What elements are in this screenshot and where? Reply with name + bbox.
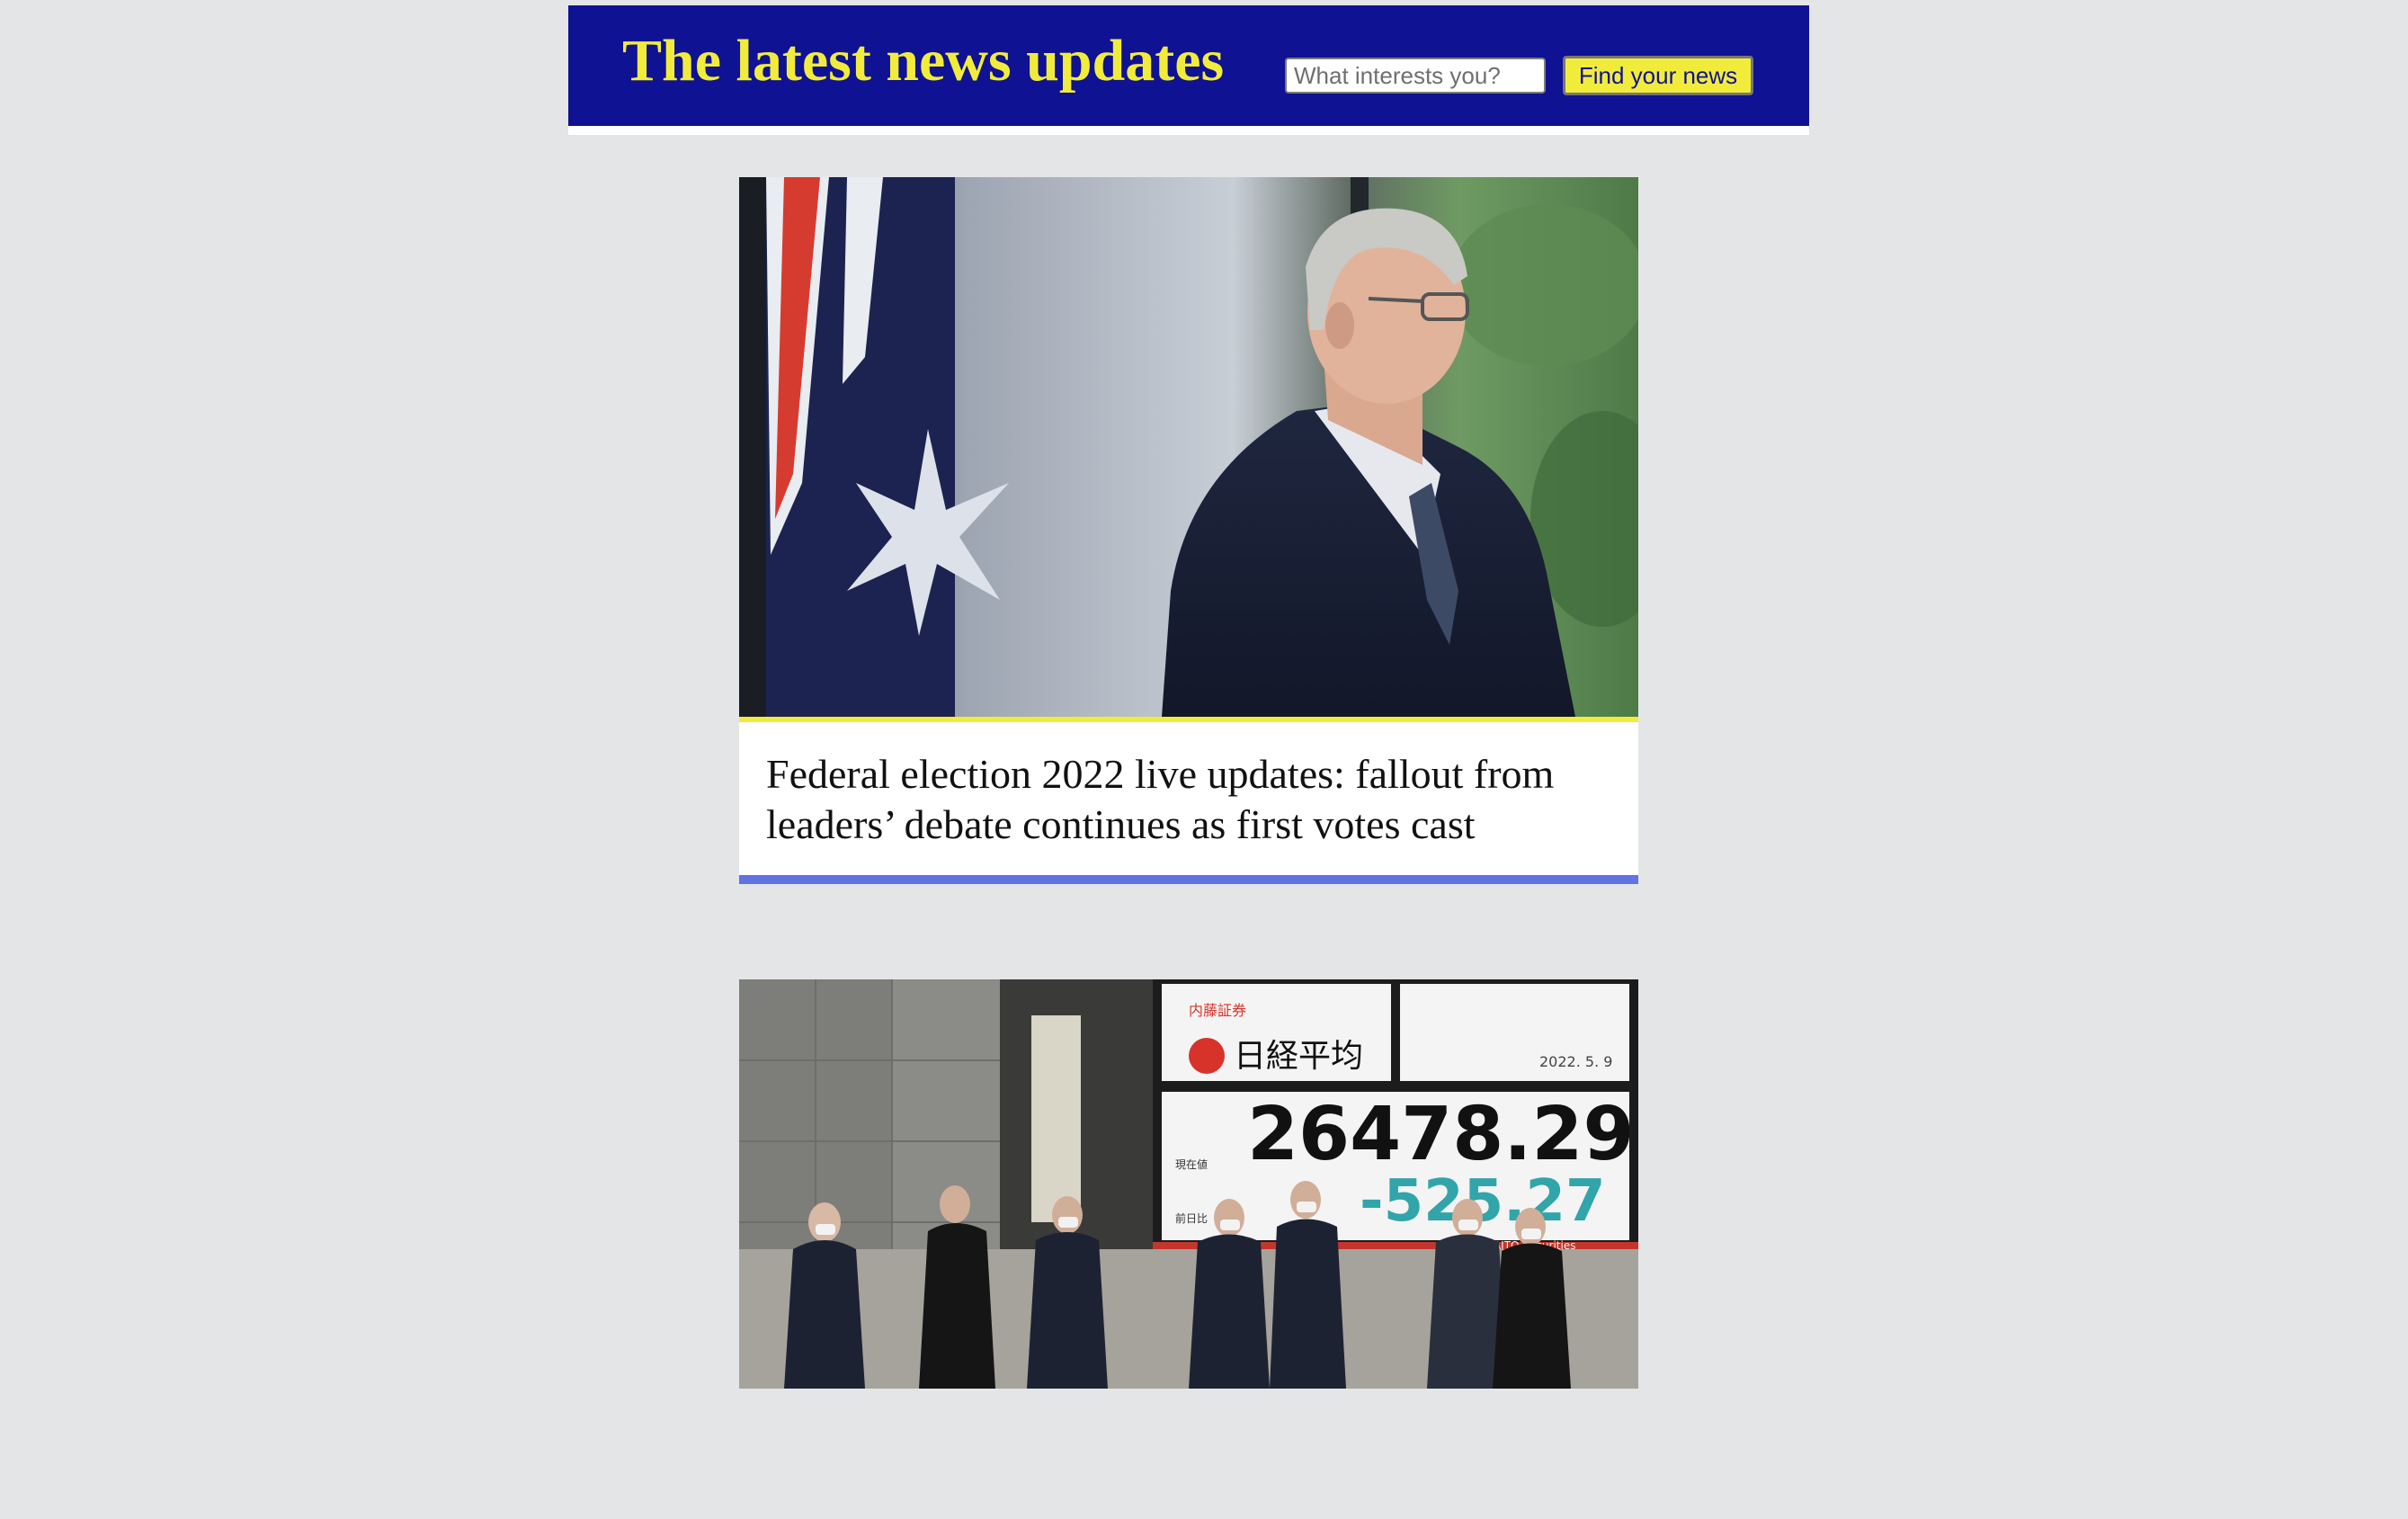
board-change: -525.27 bbox=[1360, 1168, 1606, 1235]
search-input[interactable] bbox=[1285, 58, 1546, 94]
board-value: 26478.29 bbox=[1247, 1092, 1635, 1177]
article-image[interactable] bbox=[739, 177, 1638, 722]
article-image[interactable]: 内藤証券 日経平均 2022. 5. 9 現在値 前日比 26478.29 -5… bbox=[739, 979, 1638, 1519]
board-current-label: 現在値 bbox=[1175, 1157, 1208, 1171]
site-title: The latest news updates bbox=[622, 28, 1225, 94]
article-card[interactable]: 内藤証券 日経平均 2022. 5. 9 現在値 前日比 26478.29 -5… bbox=[739, 979, 1638, 1519]
board-date: 2022. 5. 9 bbox=[1539, 1053, 1612, 1070]
article-card[interactable]: Federal election 2022 live updates: fall… bbox=[739, 177, 1638, 884]
board-index-name: 日経平均 bbox=[1234, 1038, 1363, 1075]
article-headline[interactable]: Federal election 2022 live updates: fall… bbox=[766, 749, 1611, 850]
article-caption: Federal election 2022 live updates: fall… bbox=[739, 722, 1638, 884]
board-brand: 内藤証券 bbox=[1189, 1002, 1246, 1019]
find-news-button[interactable]: Find your news bbox=[1563, 56, 1753, 95]
board-prev-label: 前日比 bbox=[1175, 1211, 1208, 1225]
site-header: The latest news updates Find your news bbox=[568, 5, 1809, 135]
